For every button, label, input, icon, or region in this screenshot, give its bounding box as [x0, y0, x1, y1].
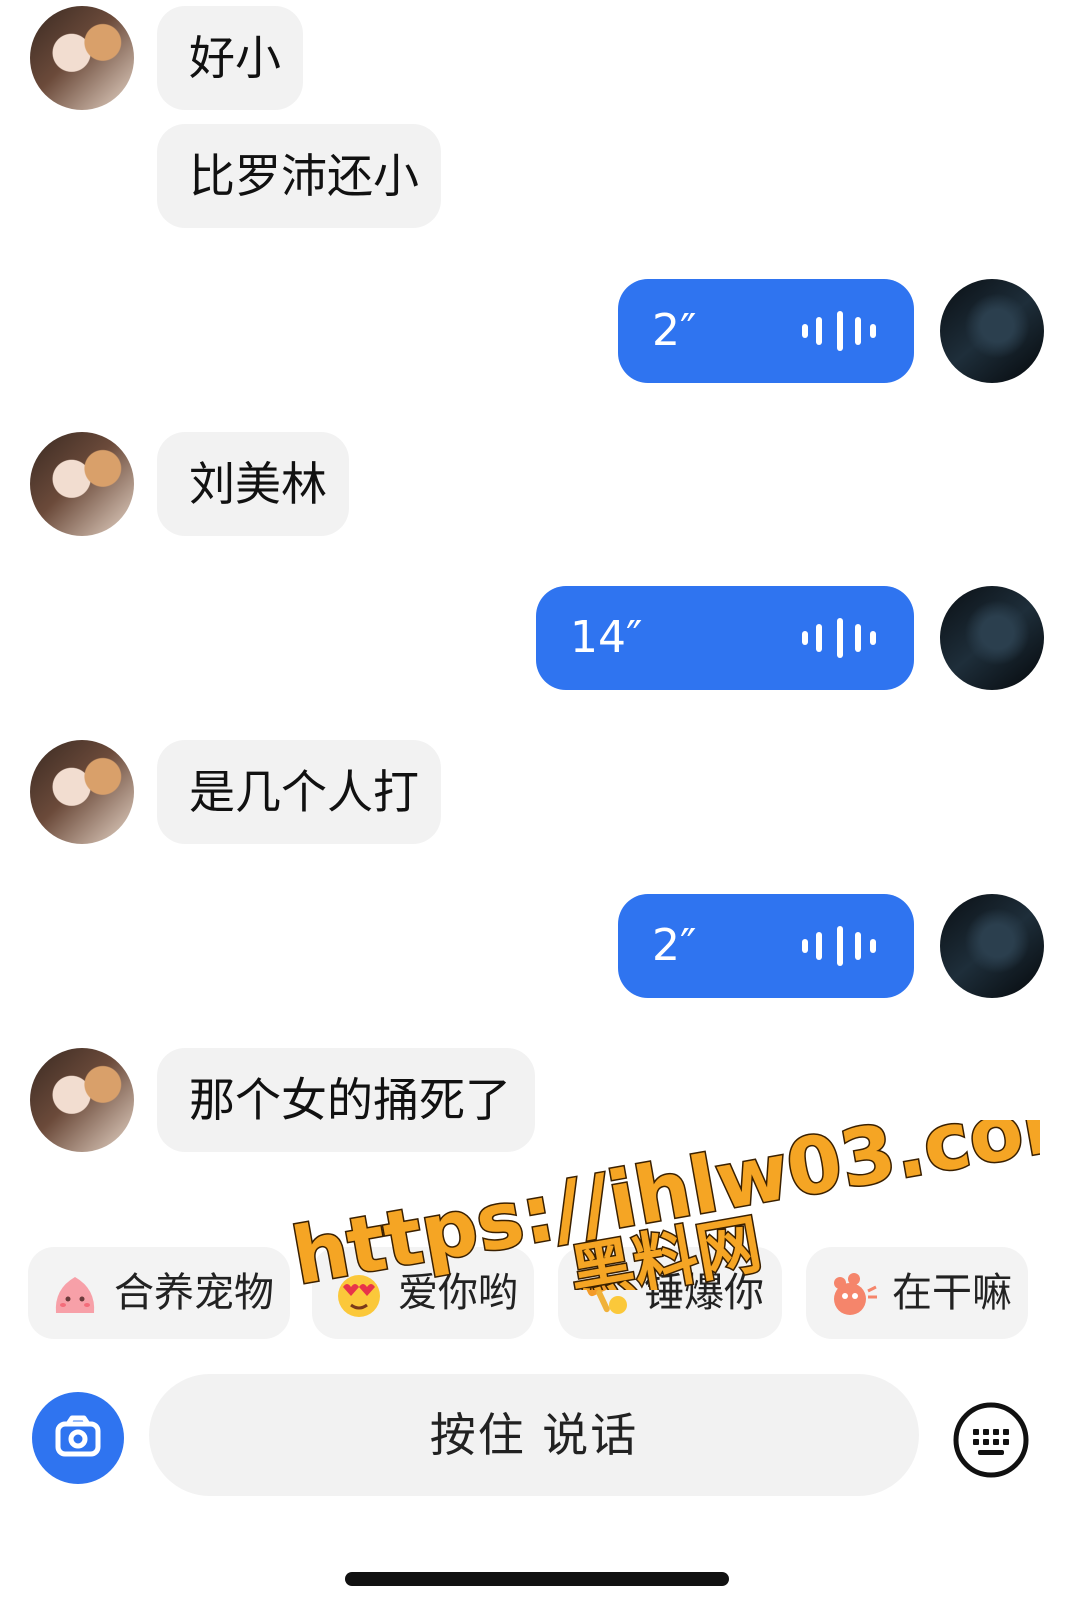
camera-icon: [55, 1415, 101, 1457]
bear-wave-emoji-icon: [834, 1273, 877, 1315]
contact-avatar[interactable]: [30, 432, 134, 536]
contact-avatar[interactable]: [30, 6, 134, 110]
keyboard-icon[interactable]: [951, 1400, 1031, 1480]
suggestion-label: 在干嘛: [892, 1270, 1012, 1316]
incoming-message-bubble[interactable]: 好小: [157, 6, 303, 110]
voice-wave-icon: [802, 311, 876, 351]
home-indicator[interactable]: [345, 1572, 729, 1586]
hold-to-talk-button[interactable]: 按住 说话: [149, 1374, 919, 1496]
suggestion-chip[interactable]: 在干嘛: [806, 1247, 1028, 1339]
suggestion-label: 爱你哟: [398, 1270, 518, 1316]
suggestion-label: 合养宠物: [114, 1270, 274, 1316]
suggestion-chip[interactable]: 合养宠物: [28, 1247, 290, 1339]
heart-eyes-emoji-icon: [338, 1275, 380, 1317]
user-avatar[interactable]: [940, 279, 1044, 383]
contact-avatar[interactable]: [30, 1048, 134, 1152]
pet-icon: [55, 1277, 95, 1313]
incoming-message-bubble[interactable]: 比罗沛还小: [157, 124, 441, 228]
suggestion-chip[interactable]: 爱你哟: [312, 1247, 534, 1339]
voice-message-bubble[interactable]: 2″: [618, 279, 914, 383]
suggestion-label: 锤爆你: [644, 1270, 764, 1316]
voice-message-bubble[interactable]: 14″: [536, 586, 914, 690]
voice-duration: 14″: [570, 612, 643, 663]
voice-wave-icon: [802, 926, 876, 966]
voice-message-bubble[interactable]: 2″: [618, 894, 914, 998]
voice-duration: 2″: [652, 305, 697, 356]
camera-button[interactable]: [32, 1392, 124, 1484]
suggestion-chip[interactable]: 锤爆你: [558, 1247, 782, 1339]
hammer-emoji-icon: [585, 1275, 627, 1314]
incoming-message-bubble[interactable]: 是几个人打: [157, 740, 441, 844]
incoming-message-bubble[interactable]: 刘美林: [157, 432, 349, 536]
incoming-message-bubble[interactable]: 那个女的捅死了: [157, 1048, 535, 1152]
voice-wave-icon: [802, 618, 876, 658]
user-avatar[interactable]: [940, 894, 1044, 998]
user-avatar[interactable]: [940, 586, 1044, 690]
voice-duration: 2″: [652, 920, 697, 971]
contact-avatar[interactable]: [30, 740, 134, 844]
